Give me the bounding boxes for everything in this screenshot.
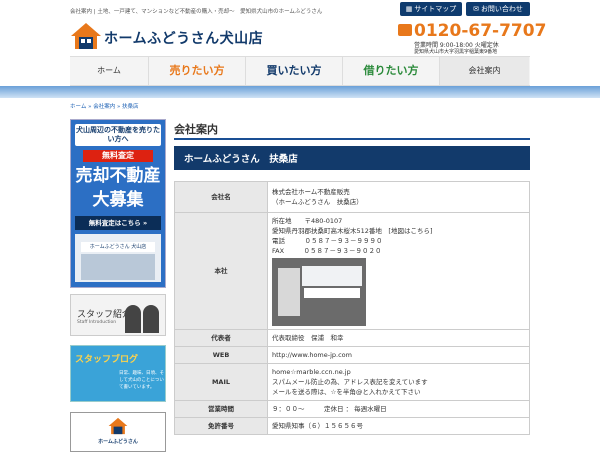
- row-value[interactable]: http://www.home-jp.com: [267, 346, 530, 364]
- photo-sign: [304, 288, 360, 298]
- logo-text: ホームふどうさん犬山店: [104, 31, 264, 47]
- table-row: WEB http://www.home-jp.com: [174, 346, 530, 364]
- table-row: 本社 所在地 〒480-0107 愛知県丹羽郡扶桑町高木桜木512番地 [地図は…: [174, 212, 530, 330]
- row-label: 本社: [174, 212, 268, 330]
- home-fudosan-banner[interactable]: ホームふどうさん: [70, 412, 166, 452]
- nav-company[interactable]: 会社案内: [440, 57, 529, 85]
- table-row: MAIL home☆marble.ccn.ne.jp スパムメール防止の為、アド…: [174, 363, 530, 401]
- row-value: 愛知県知事（６）１５６５６号: [267, 417, 530, 435]
- row-value: ９：００～ 定休日 ： 毎週水曜日: [267, 400, 530, 418]
- staff-blog-banner[interactable]: スタッフブログ 日常、趣味、日頃、そして犬山のことについて書いています。: [70, 345, 166, 402]
- table-row: 代表者 代表取締役 保浦 和幸: [174, 329, 530, 347]
- row-label: 代表者: [174, 329, 268, 347]
- site-tagline: 会社案内 | 土地、一戸建て、マンションなど不動産の購入・売却～ 愛知県犬山市の…: [70, 9, 323, 15]
- table-row: 会社名 株式会社ホーム不動産販売 （ホームふどうさん 扶桑店）: [174, 181, 530, 213]
- breadcrumb[interactable]: ホーム » 会社案内 » 扶桑店: [70, 102, 139, 110]
- row-value: 所在地 〒480-0107 愛知県丹羽郡扶桑町高木桜木512番地 [地図はこちら…: [267, 212, 530, 330]
- sitemap-button[interactable]: ▦ サイトマップ: [400, 2, 462, 16]
- staff-person-icon: [143, 305, 159, 333]
- staff-blog-sub: 日常、趣味、日頃、そして犬山のことについて書いています。: [119, 371, 164, 390]
- table-row: 営業時間 ９：００～ 定休日 ： 毎週水曜日: [174, 400, 530, 418]
- banner-headline-1: 売却不動産: [75, 166, 161, 186]
- header-address: 愛知県犬山市大字羽黒字稲葉東9番地: [414, 49, 498, 55]
- free-appraisal-link[interactable]: 無料査定はこちら »: [75, 216, 161, 230]
- row-value: 代表取締役 保浦 和幸: [267, 329, 530, 347]
- staff-person-icon: [125, 305, 141, 333]
- shop-sign: ホームふどうさん 犬山店: [81, 242, 155, 252]
- row-value: home☆marble.ccn.ne.jp スパムメール防止の為、アドレス表記を…: [267, 363, 530, 401]
- staff-intro-sub: Staff Introduction: [77, 320, 117, 325]
- store-photo: [272, 258, 366, 326]
- row-value: 株式会社ホーム不動産販売 （ホームふどうさん 扶桑店）: [267, 181, 530, 213]
- row-label: WEB: [174, 346, 268, 364]
- shop-photo: ホームふどうさん 犬山店: [75, 234, 161, 282]
- company-info-table: 会社名 株式会社ホーム不動産販売 （ホームふどうさん 扶桑店） 本社 所在地 〒…: [174, 181, 530, 435]
- photo-sky: [302, 266, 362, 286]
- house-logo-icon: [108, 417, 128, 435]
- staff-intro-banner[interactable]: スタッフ紹介 Staff Introduction: [70, 294, 166, 336]
- row-label: MAIL: [174, 363, 268, 401]
- page-title: 会社案内: [174, 123, 218, 136]
- nav-band: [0, 86, 600, 98]
- contact-button[interactable]: ✉ お問い合わせ: [466, 2, 530, 16]
- table-row: 免許番号 愛知県知事（６）１５６５６号: [174, 417, 530, 435]
- mail-icon: ✉: [473, 5, 479, 13]
- banner-heading: 犬山周辺の不動産を売りたい方へ: [75, 124, 161, 146]
- nav-rent[interactable]: 借りたい方: [343, 57, 440, 85]
- house-logo-icon: [71, 23, 101, 49]
- row-label: 会社名: [174, 181, 268, 213]
- nav-home[interactable]: ホーム: [70, 57, 149, 85]
- row-label: 免許番号: [174, 417, 268, 435]
- photo-building: [278, 268, 300, 316]
- row-label: 営業時間: [174, 400, 268, 418]
- staff-intro-title: スタッフ紹介: [77, 310, 132, 320]
- main-nav: ホーム 売りたい方 買いたい方 借りたい方 会社案内: [70, 56, 530, 86]
- banner-headline-2: 大募集: [92, 190, 144, 210]
- nav-sell[interactable]: 売りたい方: [149, 57, 246, 85]
- nav-buy[interactable]: 買いたい方: [246, 57, 343, 85]
- banner4-label: ホームふどうさん: [98, 439, 138, 445]
- free-appraisal-label: 無料査定: [83, 150, 153, 162]
- branch-heading: ホームふどうさん 扶桑店: [174, 146, 530, 170]
- sell-appraisal-banner[interactable]: 犬山周辺の不動産を売りたい方へ 無料査定 売却不動産 大募集 無料査定はこちら …: [70, 119, 166, 288]
- title-rule: [174, 138, 530, 140]
- phone-number: 0120-67-7707: [414, 21, 547, 41]
- staff-blog-title: スタッフブログ: [75, 355, 139, 365]
- sitemap-icon: ▦: [405, 5, 413, 13]
- shop-wall: [81, 254, 155, 280]
- freedial-icon: [398, 24, 412, 36]
